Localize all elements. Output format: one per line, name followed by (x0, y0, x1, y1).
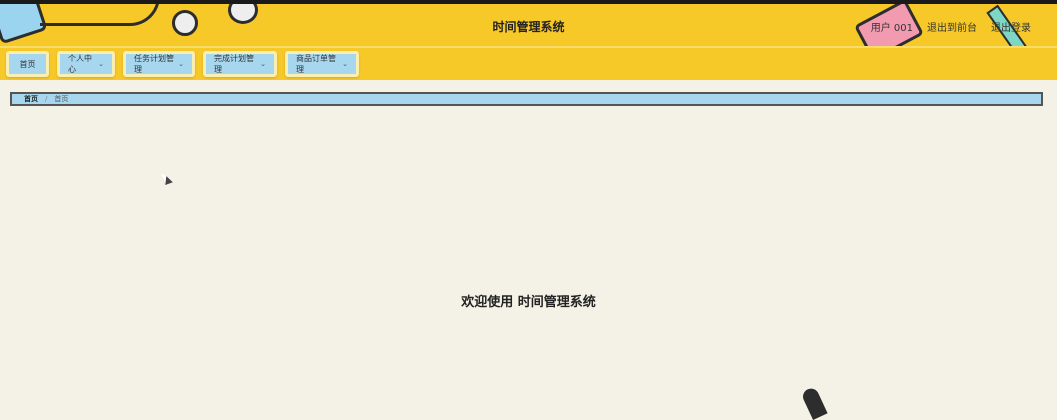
header: 时间管理系统 用户 001 退出到前台 退出登录 (0, 4, 1057, 46)
nav-product-order[interactable]: 商品订单管理 ⌄ (285, 51, 359, 77)
nav-home-label: 首页 (19, 59, 36, 69)
nav-personal-center[interactable]: 个人中心 ⌄ (57, 51, 115, 77)
mouse-cursor-icon (161, 170, 173, 186)
breadcrumb: 首页 / 首页 (10, 92, 1043, 106)
chevron-down-icon: ⌄ (342, 60, 348, 68)
nav-product-order-label: 商品订单管理 (296, 54, 336, 74)
main-nav: 首页 个人中心 ⌄ 任务计划管理 ⌄ 完成计划管理 ⌄ 商品订单管理 ⌄ (0, 46, 1057, 80)
breadcrumb-home[interactable]: 首页 (24, 94, 38, 104)
user-label: 用户 001 (870, 23, 913, 34)
chevron-down-icon: ⌄ (98, 60, 104, 68)
back-to-front-link[interactable]: 退出到前台 (927, 19, 977, 34)
chevron-down-icon: ⌄ (178, 60, 184, 68)
chevron-down-icon: ⌄ (260, 60, 266, 68)
nav-completed-plan-label: 完成计划管理 (214, 54, 254, 74)
nav-home[interactable]: 首页 (6, 51, 49, 77)
breadcrumb-separator: / (45, 95, 48, 103)
nav-completed-plan[interactable]: 完成计划管理 ⌄ (203, 51, 277, 77)
welcome-message: 欢迎使用 时间管理系统 (461, 295, 596, 310)
nav-task-plan-label: 任务计划管理 (134, 54, 174, 74)
nav-personal-center-label: 个人中心 (68, 54, 92, 74)
nav-task-plan[interactable]: 任务计划管理 ⌄ (123, 51, 195, 77)
logout-link[interactable]: 退出登录 (991, 19, 1031, 34)
breadcrumb-current: 首页 (54, 95, 69, 103)
header-links: 用户 001 退出到前台 退出登录 (871, 19, 1031, 34)
